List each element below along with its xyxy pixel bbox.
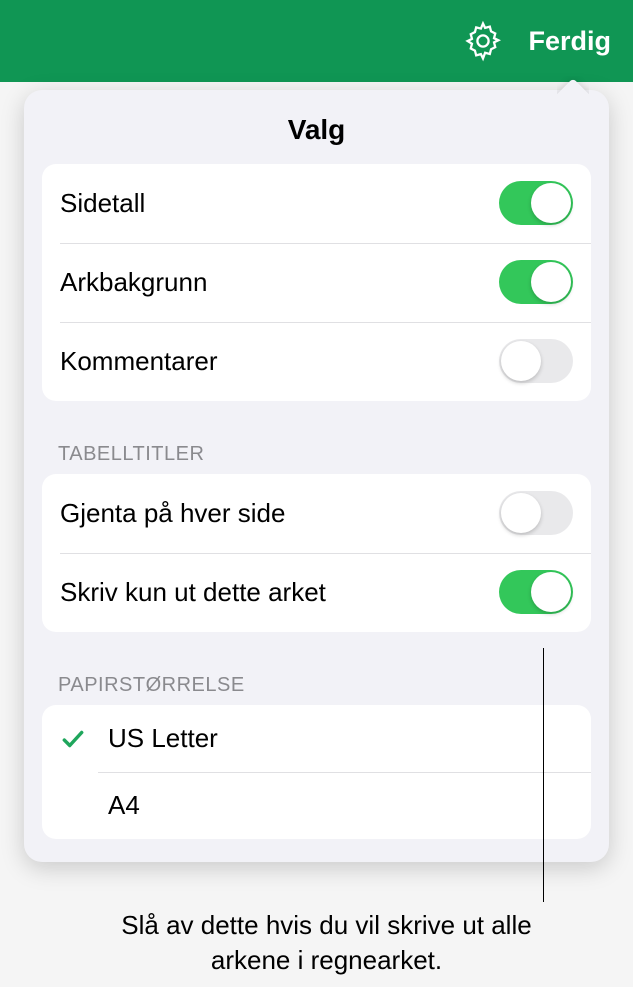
row-us-letter[interactable]: US Letter <box>42 705 591 772</box>
label-a4: A4 <box>108 790 140 821</box>
top-bar: Ferdig <box>0 0 633 82</box>
checkmark-icon <box>60 726 86 752</box>
header-paper-size: PAPIRSTØRRELSE <box>24 644 609 705</box>
row-repeat[interactable]: Gjenta på hver side <box>42 474 591 553</box>
paper-size-group: US Letter A4 <box>42 705 591 839</box>
label-page-numbers: Sidetall <box>60 188 145 219</box>
row-this-sheet-only[interactable]: Skriv kun ut dette arket <box>42 553 591 632</box>
callout-text: Slå av dette hvis du vil skrive ut alle … <box>80 908 573 978</box>
popover-title: Valg <box>24 90 609 164</box>
options-popover: Valg Sidetall Arkbakgrunn Kommentarer TA… <box>24 90 609 862</box>
callout-line <box>543 648 544 902</box>
toggle-this-sheet-only[interactable] <box>499 570 573 614</box>
label-repeat: Gjenta på hver side <box>60 498 285 529</box>
label-this-sheet-only: Skriv kun ut dette arket <box>60 577 326 608</box>
toggle-sheet-background[interactable] <box>499 260 573 304</box>
popover-arrow <box>557 76 589 94</box>
toggle-page-numbers[interactable] <box>499 181 573 225</box>
gear-icon[interactable] <box>462 20 504 62</box>
header-table-titles: TABELLTITLER <box>24 413 609 474</box>
toggle-repeat[interactable] <box>499 491 573 535</box>
label-us-letter: US Letter <box>108 723 218 754</box>
popover-wrapper: Valg Sidetall Arkbakgrunn Kommentarer TA… <box>24 90 609 862</box>
table-titles-group: Gjenta på hver side Skriv kun ut dette a… <box>42 474 591 632</box>
row-page-numbers[interactable]: Sidetall <box>42 164 591 243</box>
options-group: Sidetall Arkbakgrunn Kommentarer <box>42 164 591 401</box>
toggle-comments[interactable] <box>499 339 573 383</box>
label-comments: Kommentarer <box>60 346 218 377</box>
row-a4[interactable]: A4 <box>42 772 591 839</box>
label-sheet-background: Arkbakgrunn <box>60 267 207 298</box>
row-sheet-background[interactable]: Arkbakgrunn <box>42 243 591 322</box>
row-comments[interactable]: Kommentarer <box>42 322 591 401</box>
done-button[interactable]: Ferdig <box>528 26 611 57</box>
